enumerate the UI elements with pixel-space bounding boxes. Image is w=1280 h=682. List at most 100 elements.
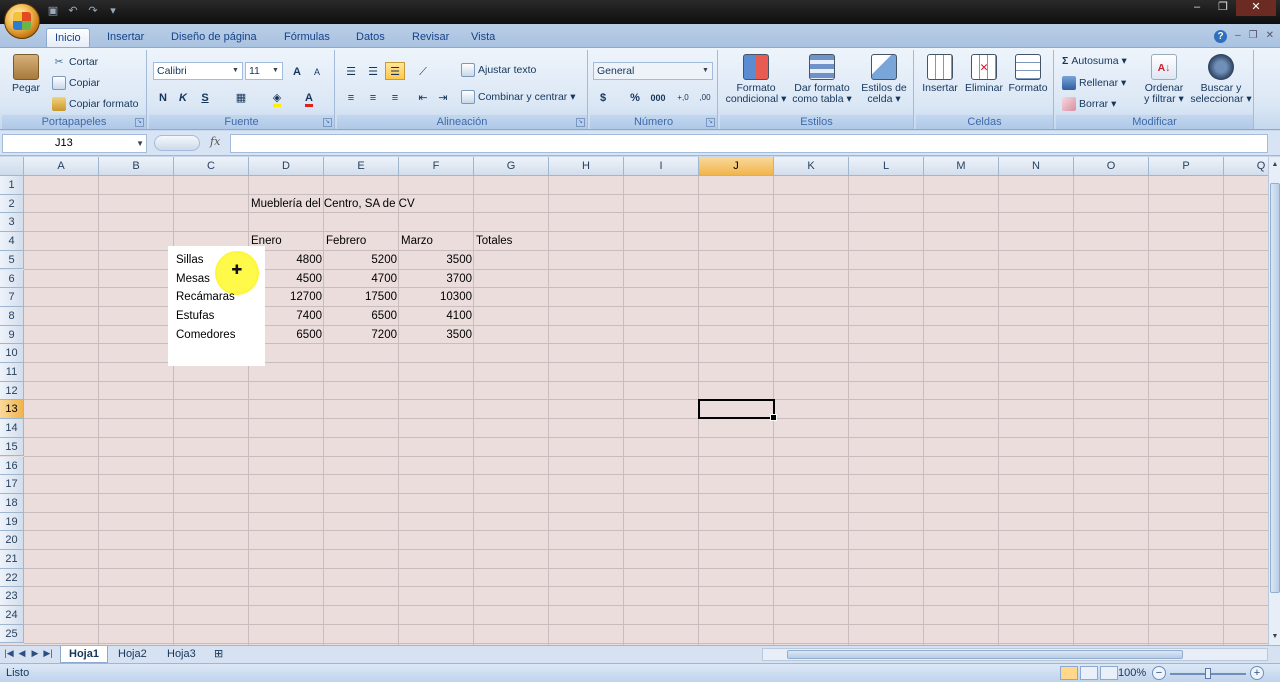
page-break-view-button[interactable] [1100, 666, 1118, 680]
header-febrero[interactable]: Febrero [326, 232, 366, 250]
font-name-select[interactable]: Calibri ▼ [153, 62, 243, 80]
ribbon-restore-icon[interactable]: ❐ [1249, 30, 1258, 43]
row-header-18[interactable]: 18 [0, 493, 24, 513]
workbook-close-icon[interactable]: ✕ [1266, 30, 1274, 43]
align-top-button[interactable]: ☰ [341, 62, 361, 80]
percent-button[interactable]: % [625, 88, 645, 106]
column-header-p[interactable]: P [1149, 157, 1224, 176]
value-cell[interactable]: 3500 [400, 251, 475, 269]
sheet-title[interactable]: Mueblería del Centro, SA de CV [251, 195, 415, 213]
value-cell[interactable]: 4100 [400, 307, 475, 325]
alignment-launcher-icon[interactable]: ↘ [576, 118, 585, 127]
office-button[interactable] [4, 3, 40, 39]
column-header-q[interactable]: Q [1224, 157, 1268, 176]
fill-color-button[interactable]: ◈ [267, 88, 287, 107]
value-cell[interactable]: 10300 [400, 288, 475, 306]
column-header-l[interactable]: L [849, 157, 924, 176]
tab-revisar[interactable]: Revisar [404, 28, 457, 48]
align-center-button[interactable]: ≡ [363, 88, 383, 106]
zoom-slider-thumb[interactable] [1205, 668, 1211, 679]
column-header-a[interactable]: A [24, 157, 99, 176]
column-header-e[interactable]: E [324, 157, 399, 176]
sheet-tab-hoja2[interactable]: Hoja2 [110, 646, 155, 663]
item-name[interactable]: Mesas [176, 270, 210, 288]
insert-sheet-button[interactable]: ⊞ [206, 646, 231, 663]
spreadsheet-grid[interactable]: ABCDEFGHIJKLMNOPQ 1 2 3 4 5 6 7 8 9 10 11 12 13 14 15 1… [0, 157, 1268, 645]
row-header-2[interactable]: 2 [0, 194, 24, 214]
number-format-select[interactable]: General ▼ [593, 62, 713, 80]
column-header-d[interactable]: D [249, 157, 324, 176]
select-all-corner[interactable] [0, 157, 24, 176]
currency-button[interactable]: $ [593, 88, 613, 106]
row-header-15[interactable]: 15 [0, 437, 24, 457]
insert-function-button[interactable]: fx [210, 135, 220, 148]
row-header-6[interactable]: 6 [0, 269, 24, 289]
align-middle-button[interactable]: ☰ [363, 62, 383, 80]
decrease-indent-button[interactable]: ⇤ [413, 88, 433, 106]
zoom-out-button[interactable]: − [1152, 666, 1166, 680]
thousands-button[interactable]: 000 [647, 88, 669, 106]
column-header-c[interactable]: C [174, 157, 249, 176]
orientation-button[interactable]: ⟋ [413, 62, 433, 80]
copy-button[interactable]: Copiar [52, 76, 100, 90]
row-header-12[interactable]: 12 [0, 381, 24, 401]
save-icon[interactable]: ▣ [46, 4, 60, 18]
column-header-k[interactable]: K [774, 157, 849, 176]
value-cell[interactable]: 6500 [325, 307, 400, 325]
row-header-1[interactable]: 1 [0, 176, 24, 195]
clear-button[interactable]: Borrar ▾ [1062, 97, 1116, 111]
header-totales[interactable]: Totales [476, 232, 512, 250]
name-box[interactable]: J13 ▼ [2, 134, 147, 153]
value-cell[interactable]: 17500 [325, 288, 400, 306]
first-sheet-icon[interactable]: |◀ [4, 648, 14, 659]
increase-indent-button[interactable]: ⇥ [433, 88, 453, 106]
format-cells-button[interactable]: Formato [1006, 54, 1050, 94]
column-header-n[interactable]: N [999, 157, 1074, 176]
shrink-font-button[interactable]: A [307, 62, 327, 80]
clipboard-launcher-icon[interactable]: ↘ [135, 118, 144, 127]
format-painter-button[interactable]: Copiar formato [52, 97, 138, 111]
paste-button[interactable]: Pegar [6, 54, 46, 94]
minimize-button[interactable]: – [1184, 0, 1210, 16]
vertical-scroll-thumb[interactable] [1270, 183, 1280, 593]
close-button[interactable]: ✕ [1236, 0, 1276, 16]
align-bottom-button[interactable]: ☰ [385, 62, 405, 80]
tab-insertar[interactable]: Insertar [99, 28, 152, 48]
grow-font-button[interactable]: A [287, 62, 307, 80]
value-cell[interactable]: 7400 [250, 307, 325, 325]
autosum-button[interactable]: Σ Autosuma ▾ [1062, 55, 1127, 67]
row-header-17[interactable]: 17 [0, 475, 24, 494]
row-header-7[interactable]: 7 [0, 288, 24, 307]
item-name[interactable]: Recámaras [176, 288, 235, 306]
zoom-level[interactable]: 100% [1118, 667, 1146, 679]
tab-formulas[interactable]: Fórmulas [276, 28, 338, 48]
font-launcher-icon[interactable]: ↘ [323, 118, 332, 127]
active-cell-j13[interactable] [698, 399, 777, 421]
value-cell[interactable]: 6500 [250, 326, 325, 344]
row-header-16[interactable]: 16 [0, 456, 24, 476]
value-cell[interactable]: 5200 [325, 251, 400, 269]
horizontal-scrollbar[interactable] [762, 648, 1268, 661]
row-header-24[interactable]: 24 [0, 606, 24, 625]
vertical-scrollbar[interactable]: ▲ ▼ [1268, 157, 1280, 645]
row-header-14[interactable]: 14 [0, 419, 24, 438]
customize-qat-icon[interactable]: ▾ [106, 4, 120, 18]
value-cell[interactable]: 12700 [250, 288, 325, 306]
tab-vista[interactable]: Vista [463, 28, 503, 48]
column-header-h[interactable]: H [549, 157, 624, 176]
redo-icon[interactable]: ↷ [86, 4, 100, 18]
row-header-13[interactable]: 13 [0, 400, 24, 420]
wrap-text-button[interactable]: Ajustar texto [461, 63, 536, 77]
insert-cells-button[interactable]: Insertar [918, 54, 962, 94]
delete-cells-button[interactable]: ✕ Eliminar [962, 54, 1006, 94]
item-name[interactable]: Sillas [176, 251, 203, 269]
next-sheet-icon[interactable]: ▶ [30, 648, 40, 659]
row-header-5[interactable]: 5 [0, 250, 24, 270]
cut-button[interactable]: ✂ Cortar [52, 55, 99, 69]
help-icon[interactable]: ? [1214, 30, 1228, 43]
value-cell[interactable]: 7200 [325, 326, 400, 344]
column-header-b[interactable]: B [99, 157, 174, 176]
page-layout-view-button[interactable] [1080, 666, 1098, 680]
value-cell[interactable]: 4700 [325, 270, 400, 288]
align-right-button[interactable]: ≡ [385, 88, 405, 106]
